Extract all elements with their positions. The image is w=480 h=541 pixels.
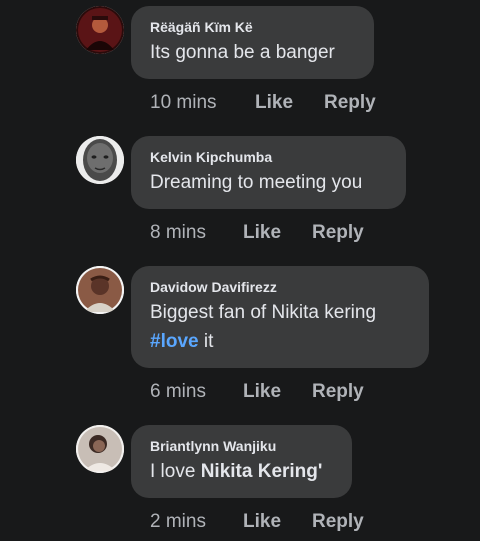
reply-button[interactable]: Reply: [324, 91, 376, 115]
comment-bubble: Briantlynn Wanjiku I love Nikita Kering': [131, 425, 352, 498]
like-button[interactable]: Like: [243, 221, 312, 245]
reply-button[interactable]: Reply: [312, 510, 364, 534]
comment-text: I love Nikita Kering': [150, 457, 334, 486]
comment-author[interactable]: Kelvin Kipchumba: [150, 148, 388, 166]
comment-text-prefix: I love: [150, 461, 201, 482]
comment-author[interactable]: Briantlynn Wanjiku: [150, 437, 334, 455]
comment-author[interactable]: Davidow Davifirezz: [150, 278, 411, 296]
comment-actions: 6 mins Like Reply: [150, 380, 364, 404]
comment-bubble: Rëägäñ Kïm Kë Its gonna be a banger: [131, 6, 374, 79]
avatar[interactable]: [76, 136, 124, 184]
like-button[interactable]: Like: [243, 510, 312, 534]
comment-timestamp[interactable]: 6 mins: [150, 380, 243, 404]
comment-actions: 2 mins Like Reply: [150, 510, 364, 534]
comment-text: Its gonna be a banger: [150, 42, 335, 63]
avatar[interactable]: [76, 6, 124, 54]
comment-actions: 8 mins Like Reply: [150, 221, 364, 245]
comment-actions: 10 mins Like Reply: [150, 91, 376, 115]
like-button[interactable]: Like: [255, 91, 324, 115]
comment-text-tail: it: [198, 331, 214, 352]
mention-link[interactable]: Nikita Kering': [201, 461, 323, 482]
comment-bubble: Davidow Davifirezz Biggest fan of Nikita…: [131, 266, 429, 368]
comment-author[interactable]: Rëägäñ Kïm Kë: [150, 18, 356, 36]
comment-text: Biggest fan of Nikita kering #love it: [150, 298, 411, 356]
comment-timestamp[interactable]: 8 mins: [150, 221, 243, 245]
avatar[interactable]: [76, 425, 124, 473]
comment-timestamp[interactable]: 2 mins: [150, 510, 243, 534]
reply-button[interactable]: Reply: [312, 380, 364, 404]
comment-text-line: Biggest fan of Nikita kering: [150, 302, 377, 323]
comment-timestamp[interactable]: 10 mins: [150, 91, 255, 115]
hashtag-link[interactable]: #love: [150, 331, 199, 352]
comment-bubble: Kelvin Kipchumba Dreaming to meeting you: [131, 136, 406, 209]
like-button[interactable]: Like: [243, 380, 312, 404]
comment-text: Dreaming to meeting you: [150, 172, 363, 193]
avatar[interactable]: [76, 266, 124, 314]
reply-button[interactable]: Reply: [312, 221, 364, 245]
